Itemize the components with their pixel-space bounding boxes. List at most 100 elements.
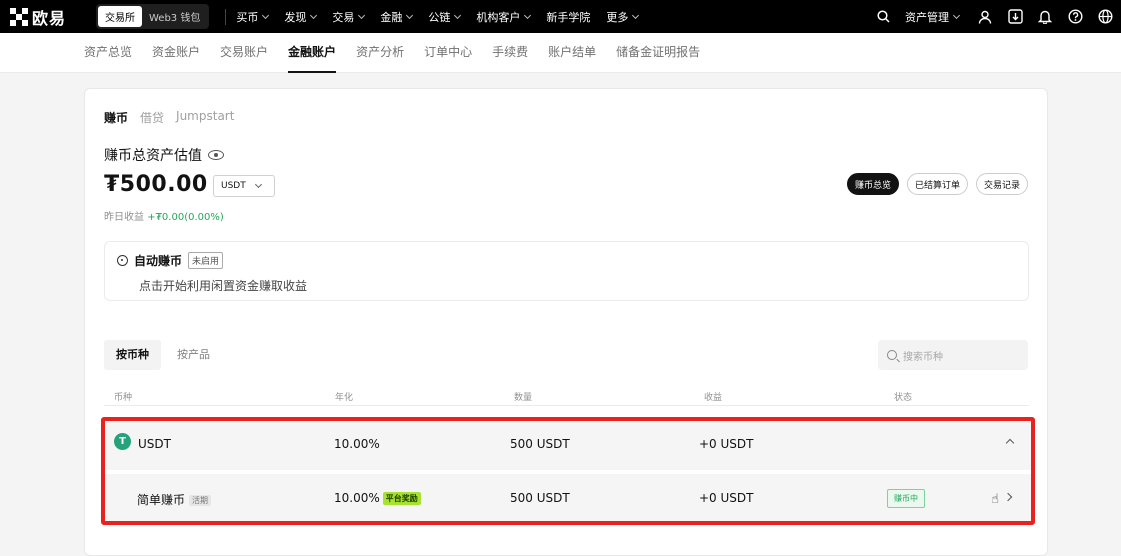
valuation-label: 赚币总资产估值	[104, 145, 224, 165]
auto-cycle-icon	[117, 255, 128, 266]
menu-label: 机构客户	[476, 10, 521, 24]
menu-label: 交易	[332, 10, 355, 24]
table-row[interactable]: 简单赚币 活期 10.00% 平台奖励 500 USDT +0 USDT 赚币中 ☝	[101, 474, 1033, 524]
okx-logo-icon	[10, 7, 28, 26]
subnav-asset-overview[interactable]: 资产总览	[84, 33, 132, 73]
tab-by-coin[interactable]: 按币种	[104, 340, 161, 370]
asset-manage-menu[interactable]: 资产管理	[905, 9, 961, 25]
currency-select[interactable]: USDT	[213, 175, 275, 197]
chevron-up-icon[interactable]	[1005, 438, 1015, 448]
subnav-statements[interactable]: 账户结单	[548, 33, 596, 73]
coin-amount: 500 USDT	[510, 437, 570, 451]
auto-earn-desc: 点击开始利用闲置资金赚取收益	[139, 279, 308, 293]
status-badge: 赚币中	[887, 489, 925, 508]
chevron-down-icon	[454, 11, 462, 19]
valuation-text: 赚币总资产估值	[104, 148, 202, 164]
subnav-finance-account[interactable]: 金融账户	[288, 33, 337, 73]
coin-name: USDT	[138, 437, 171, 451]
chevron-down-icon	[406, 11, 414, 19]
globe-icon[interactable]	[1097, 9, 1113, 25]
search-icon[interactable]	[875, 9, 891, 25]
auto-earn-card[interactable]: 自动赚币 未启用 点击开始利用闲置资金赚取收益	[104, 241, 1029, 301]
menu-institutional[interactable]: 机构客户	[476, 9, 532, 25]
help-icon[interactable]	[1067, 9, 1083, 25]
chevron-down-icon	[262, 11, 270, 19]
currency-value: USDT	[221, 181, 246, 191]
subnav-funding-account[interactable]: 资金账户	[152, 33, 200, 73]
status-badge: 未启用	[188, 252, 224, 269]
header-status: 状态	[894, 393, 913, 403]
search-placeholder: 搜索币种	[903, 351, 943, 363]
user-icon[interactable]	[977, 9, 993, 25]
tab-loan[interactable]: 借贷	[140, 109, 164, 126]
chevron-down-icon	[254, 180, 262, 189]
subnav-fees[interactable]: 手续费	[492, 33, 528, 73]
subnav-order-center[interactable]: 订单中心	[424, 33, 472, 73]
usdt-coin-icon: T	[114, 433, 131, 450]
product-tabs: 赚币 借贷 Jumpstart	[104, 109, 234, 126]
total-amount: ₮500.00	[104, 172, 208, 197]
tab-web3-wallet[interactable]: Web3 钱包	[142, 6, 207, 27]
chevron-down-icon	[632, 11, 640, 19]
finance-panel: 赚币 借贷 Jumpstart 赚币总资产估值 ₮500.00 USDT 昨日收…	[84, 88, 1048, 556]
header-amount: 数量	[514, 393, 533, 403]
product-profit: +0 USDT	[699, 491, 754, 505]
chevron-down-icon	[524, 11, 532, 19]
menu-trade[interactable]: 交易	[332, 9, 366, 25]
tab-exchange[interactable]: 交易所	[98, 6, 142, 27]
auto-earn-label: 自动赚币	[134, 254, 183, 268]
product-name-cell: 简单赚币 活期	[137, 491, 212, 508]
menu-label: 发现	[284, 10, 307, 24]
tab-by-product[interactable]: 按产品	[165, 340, 222, 370]
trade-history-button[interactable]: 交易记录	[975, 173, 1028, 195]
product-amount: 500 USDT	[510, 491, 570, 505]
subnav-asset-analysis[interactable]: 资产分析	[356, 33, 404, 73]
subnav-trading-account[interactable]: 交易账户	[220, 33, 268, 73]
mode-switch: 交易所 Web3 钱包	[96, 4, 210, 29]
table-row[interactable]: T USDT 10.00% 500 USDT +0 USDT	[101, 420, 1033, 470]
main-menu: 买币 发现 交易 金融 公链 机构客户 新手学院 更多	[236, 9, 654, 25]
yesterday-value: +₮0.00(0.00%)	[147, 212, 224, 223]
asset-manage-label: 资产管理	[905, 10, 949, 24]
usdt-group: T USDT 10.00% 500 USDT +0 USDT 简单赚币 活期 10…	[101, 420, 1033, 526]
nav-divider	[225, 8, 227, 25]
subnav-proof-of-reserves[interactable]: 储备金证明报告	[616, 33, 700, 73]
header-coin: 币种	[114, 393, 133, 403]
eye-icon[interactable]	[208, 150, 224, 160]
term-badge: 活期	[189, 495, 212, 506]
menu-chain[interactable]: 公链	[428, 9, 462, 25]
coin-profit: +0 USDT	[699, 437, 754, 451]
menu-label: 更多	[606, 10, 629, 24]
top-nav: 欧易 交易所 Web3 钱包 买币 发现 交易 金融 公链 机构客户 新手学院 …	[0, 0, 1121, 33]
chevron-down-icon	[952, 11, 961, 19]
account-subnav: 资产总览 资金账户 交易账户 金融账户 资产分析 订单中心 手续费 账户结单 储…	[0, 33, 1121, 73]
menu-label: 公链	[428, 10, 451, 24]
tab-jumpstart[interactable]: Jumpstart	[176, 109, 234, 126]
chevron-down-icon	[358, 11, 366, 19]
table-header: 币种 年化 数量 收益 状态	[104, 384, 1029, 406]
tab-earn[interactable]: 赚币	[104, 109, 128, 126]
bell-icon[interactable]	[1037, 9, 1053, 25]
menu-buy-crypto[interactable]: 买币	[236, 9, 270, 25]
search-input[interactable]: 搜索币种	[878, 340, 1028, 370]
menu-discover[interactable]: 发现	[284, 9, 318, 25]
download-icon[interactable]	[1007, 9, 1023, 25]
brand-name: 欧易	[32, 8, 67, 28]
chevron-right-icon[interactable]	[1003, 492, 1013, 502]
yesterday-profit: 昨日收益 +₮0.00(0.00%)	[104, 208, 224, 223]
menu-more[interactable]: 更多	[606, 9, 640, 25]
menu-finance[interactable]: 金融	[380, 9, 414, 25]
product-name: 简单赚币	[137, 493, 186, 507]
hand-cursor-icon: ☝	[991, 492, 999, 507]
chevron-down-icon	[310, 11, 318, 19]
logo[interactable]: 欧易	[10, 5, 88, 29]
menu-label: 买币	[236, 10, 259, 24]
nav-right: 资产管理	[875, 0, 1113, 33]
auto-earn-title: 自动赚币 未启用	[117, 252, 224, 269]
menu-label: 新手学院	[546, 10, 591, 24]
yesterday-label: 昨日收益	[104, 212, 144, 223]
earn-overview-button[interactable]: 赚币总览	[846, 173, 899, 195]
product-apy-cell: 10.00% 平台奖励	[334, 491, 421, 505]
settled-orders-button[interactable]: 已结算订单	[906, 173, 968, 195]
menu-academy[interactable]: 新手学院	[546, 9, 590, 25]
